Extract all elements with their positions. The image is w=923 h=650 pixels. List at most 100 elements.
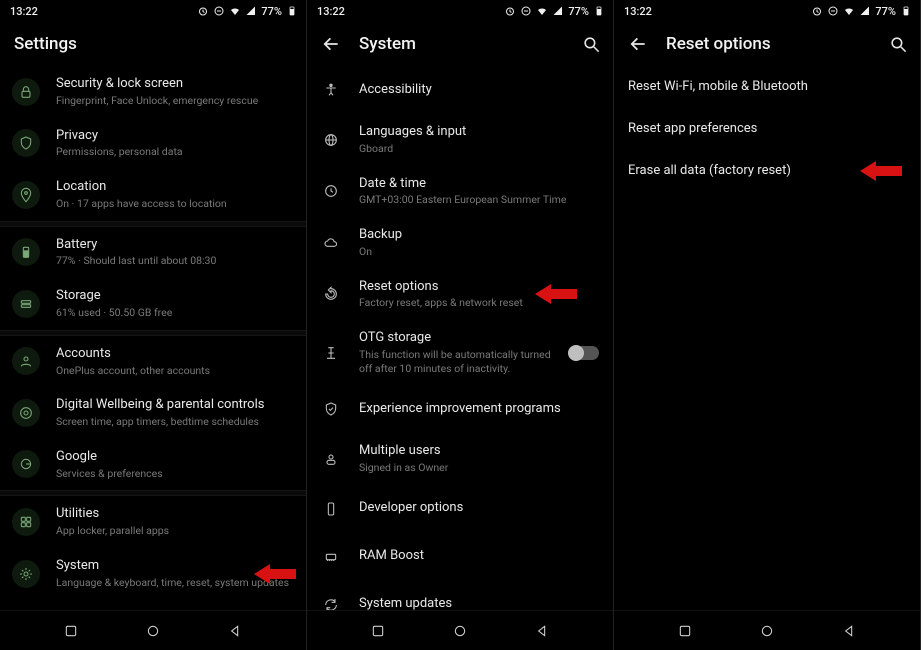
reset-options-screen: 13:22 77% Reset options Reset Wi-Fi, mob… — [614, 0, 921, 650]
signal-icon — [552, 5, 564, 17]
row-battery[interactable]: Battery77% · Should last until about 08:… — [0, 227, 306, 279]
status-icons: 77% — [197, 5, 298, 18]
screen-header: Reset options — [614, 20, 920, 66]
nav-home-icon[interactable] — [759, 623, 775, 639]
row-label: Digital Wellbeing & parental controls — [56, 397, 292, 414]
row-sub: This function will be automatically turn… — [359, 348, 553, 375]
row-label: Backup — [359, 227, 599, 244]
row-backup[interactable]: BackupOn — [307, 217, 613, 269]
row-sub: Fingerprint, Face Unlock, emergency resc… — [56, 94, 292, 108]
row-sub: On — [359, 245, 599, 259]
row-label: Google — [56, 449, 292, 466]
row-reset-app-prefs[interactable]: Reset app preferences — [614, 108, 920, 150]
row-sub: Signed in as Owner — [359, 461, 599, 475]
row-location[interactable]: LocationOn · 17 apps have access to loca… — [0, 169, 306, 221]
navigation-bar — [307, 610, 613, 650]
row-sub: Gboard — [359, 142, 599, 156]
dnd-icon — [213, 5, 225, 17]
row-sub: OnePlus account, other accounts — [56, 364, 292, 378]
navigation-bar — [0, 610, 306, 650]
accessibility-icon — [323, 82, 339, 98]
settings-list[interactable]: Security & lock screenFingerprint, Face … — [0, 66, 306, 610]
row-label: About phone — [56, 609, 292, 610]
wifi-icon — [536, 5, 548, 17]
row-reset-options[interactable]: Reset optionsFactory reset, apps & netwo… — [307, 269, 613, 321]
system-screen: 13:22 77% System Accessibility Languages… — [307, 0, 614, 650]
dev-icon — [323, 501, 339, 517]
account-icon — [18, 353, 34, 369]
row-utilities[interactable]: UtilitiesApp locker, parallel apps — [0, 496, 306, 548]
row-label: Accounts — [56, 346, 292, 363]
row-date-time[interactable]: Date & timeGMT+03:00 Eastern European Su… — [307, 166, 613, 218]
row-security[interactable]: Security & lock screenFingerprint, Face … — [0, 66, 306, 118]
nav-home-icon[interactable] — [452, 623, 468, 639]
row-multiple-users[interactable]: Multiple usersSigned in as Owner — [307, 433, 613, 485]
shield-icon — [18, 135, 34, 151]
users-icon — [323, 451, 339, 467]
nav-back-icon[interactable] — [534, 623, 550, 639]
row-storage[interactable]: Storage61% used · 50.50 GB free — [0, 278, 306, 330]
nav-home-icon[interactable] — [145, 623, 161, 639]
status-icons: 77% — [504, 5, 605, 18]
nav-recent-icon[interactable] — [677, 623, 693, 639]
settings-screen: 13:22 77% Settings Security & lock scree… — [0, 0, 307, 650]
update-icon — [323, 597, 339, 610]
row-ram-boost[interactable]: RAM Boost — [307, 533, 613, 581]
battery-icon — [900, 5, 912, 17]
search-icon[interactable] — [582, 35, 601, 54]
search-icon[interactable] — [889, 35, 908, 54]
nav-back-icon[interactable] — [841, 623, 857, 639]
alarm-icon — [197, 5, 209, 17]
dnd-icon — [520, 5, 532, 17]
status-icons: 77% — [811, 5, 912, 18]
nav-recent-icon[interactable] — [370, 623, 386, 639]
row-system[interactable]: SystemLanguage & keyboard, time, reset, … — [0, 548, 306, 600]
system-list[interactable]: Accessibility Languages & inputGboard Da… — [307, 66, 613, 610]
back-icon[interactable] — [321, 34, 341, 54]
battery-icon — [18, 244, 34, 260]
utilities-icon — [18, 514, 34, 530]
row-otg-storage[interactable]: OTG storageThis function will be automat… — [307, 320, 613, 385]
row-erase-all-data[interactable]: Erase all data (factory reset) — [614, 150, 920, 192]
row-about-phone[interactable]: About phoneOnePlus 6 — [0, 599, 306, 610]
row-label: Reset app preferences — [628, 121, 906, 138]
row-sub: 77% · Should last until about 08:30 — [56, 254, 292, 268]
status-time: 13:22 — [317, 5, 345, 18]
otg-icon — [323, 345, 339, 361]
nav-recent-icon[interactable] — [63, 623, 79, 639]
row-label: Developer options — [359, 500, 599, 517]
row-accounts[interactable]: AccountsOnePlus account, other accounts — [0, 336, 306, 388]
row-wellbeing[interactable]: Digital Wellbeing & parental controlsScr… — [0, 387, 306, 439]
row-experience[interactable]: Experience improvement programs — [307, 385, 613, 433]
status-time: 13:22 — [10, 5, 38, 18]
row-label: System updates — [359, 596, 599, 610]
signal-icon — [859, 5, 871, 17]
row-sub: Services & preferences — [56, 467, 292, 481]
lock-icon — [18, 84, 34, 100]
nav-back-icon[interactable] — [227, 623, 243, 639]
status-bar: 13:22 77% — [614, 0, 920, 20]
status-bar: 13:22 77% — [307, 0, 613, 20]
row-google[interactable]: GoogleServices & preferences — [0, 439, 306, 491]
row-privacy[interactable]: PrivacyPermissions, personal data — [0, 118, 306, 170]
row-reset-wifi[interactable]: Reset Wi-Fi, mobile & Bluetooth — [614, 66, 920, 108]
row-developer-options[interactable]: Developer options — [307, 485, 613, 533]
reset-list[interactable]: Reset Wi-Fi, mobile & Bluetooth Reset ap… — [614, 66, 920, 610]
row-accessibility[interactable]: Accessibility — [307, 66, 613, 114]
status-bar: 13:22 77% — [0, 0, 306, 20]
row-sub: Permissions, personal data — [56, 145, 292, 159]
back-icon[interactable] — [628, 34, 648, 54]
otg-toggle[interactable] — [569, 346, 599, 360]
battery-percentage: 77% — [568, 5, 589, 18]
status-time: 13:22 — [624, 5, 652, 18]
row-system-updates[interactable]: System updates — [307, 581, 613, 610]
system-icon — [18, 566, 34, 582]
location-icon — [18, 187, 34, 203]
row-label: Location — [56, 179, 292, 196]
page-title: Reset options — [666, 34, 871, 54]
alarm-icon — [811, 5, 823, 17]
screen-header: System — [307, 20, 613, 66]
row-languages[interactable]: Languages & inputGboard — [307, 114, 613, 166]
row-label: Utilities — [56, 506, 292, 523]
storage-icon — [18, 296, 34, 312]
